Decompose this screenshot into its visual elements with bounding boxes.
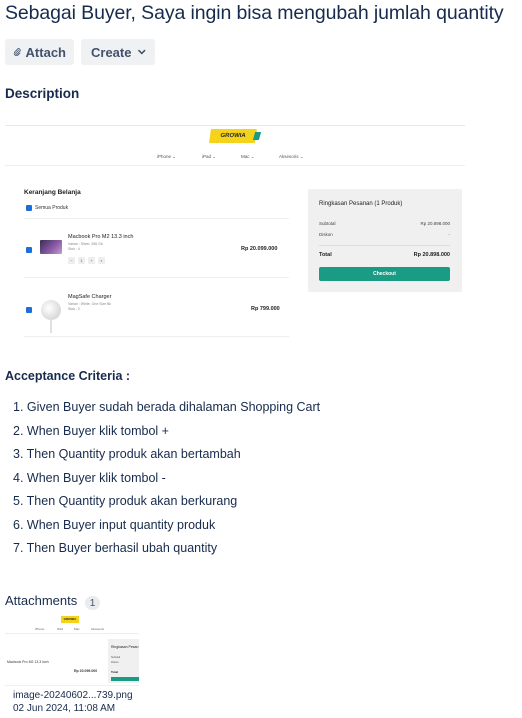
cart-title: Keranjang Belanja: [24, 189, 81, 196]
attach-button[interactable]: Attach: [5, 39, 74, 65]
summary-title: Ringkasan Pesanan (1 Produk): [319, 201, 403, 207]
list-number: 4.: [13, 470, 27, 485]
list-item: 2. When Buyer klik tombol +: [13, 420, 320, 444]
description-image[interactable]: GROWIA iPhone ⌄ iPad ⌄ Mac ⌄ Aksesoris ⌄…: [5, 125, 465, 357]
minus-icon: −: [68, 257, 75, 264]
thumb-summary-title: Ringkasan Pesan: [111, 645, 139, 649]
total-value: Rp 20.898.000: [413, 252, 450, 258]
thumb-nav-iphone: iPhone: [35, 627, 45, 631]
attachments-heading: Attachments: [5, 593, 78, 608]
discount-value: -: [448, 232, 451, 237]
list-number: 7.: [13, 541, 27, 555]
checkbox-icon: [26, 205, 32, 211]
product-stock: Stok : 2: [68, 307, 80, 311]
divider: [319, 245, 450, 246]
product-price: Rp 20.099.000: [241, 246, 278, 252]
list-item: 5. Then Quantity produk akan berkurang: [13, 490, 320, 514]
thumb-checkout: [111, 677, 139, 681]
description-heading: Description: [5, 86, 80, 101]
list-number: 1.: [13, 400, 27, 414]
nav-item-iphone: iPhone ⌄: [157, 154, 177, 159]
checkbox-icon: [26, 247, 32, 253]
list-number: 5.: [13, 494, 27, 508]
attachment-info: image-20240602...739.png 02 Jun 2024, 11…: [5, 686, 139, 716]
total-row: Total Rp 20.898.000: [319, 252, 450, 258]
acceptance-heading: Acceptance Criteria :: [5, 369, 131, 383]
discount-label: Diskon: [319, 232, 333, 237]
list-item-text: Given Buyer sudah berada dihalaman Shopp…: [26, 400, 321, 414]
checkout-button: Checkout: [319, 267, 450, 281]
attach-label: Attach: [25, 44, 66, 60]
thumb-nav-ipad: iPad: [57, 627, 64, 631]
product-name: MagSafe Charger: [68, 294, 112, 300]
divider: [5, 165, 465, 166]
list-item-text: Then Quantity produk akan bertambah: [26, 447, 241, 461]
divider: [24, 336, 289, 337]
chevron-down-icon: [138, 49, 146, 55]
list-item-text: Then Quantity produk akan berkurang: [26, 494, 238, 508]
list-item-text: Then Buyer berhasil ubah quantity: [26, 541, 218, 555]
thumb-nav-aksesoris: Aksesoris: [91, 627, 105, 631]
divider: [24, 277, 289, 278]
divider: [24, 218, 289, 219]
list-item-text: When Buyer klik tombol -: [26, 470, 166, 485]
acceptance-list: 1. Given Buyer sudah berada dihalaman Sh…: [13, 396, 320, 561]
nav-item-mac: Mac ⌄: [241, 154, 255, 159]
list-item: 7. Then Buyer berhasil ubah quantity: [13, 537, 320, 561]
attachments-count-badge: 1: [85, 596, 100, 610]
quantity-stepper: − 1 + ▪: [68, 257, 105, 264]
thumb-discount: Diskon: [111, 661, 119, 664]
product-name: Macbook Pro M2 13.3 inch: [68, 234, 134, 240]
thumb-subtotal: Subtotal: [111, 656, 121, 659]
list-item: 4. When Buyer klik tombol -: [13, 467, 320, 491]
checkbox-icon: [26, 307, 32, 313]
discount-row: Diskon -: [319, 232, 450, 237]
product-price: Rp 799.000: [251, 306, 280, 312]
list-item-text: When Buyer klik tombol +: [26, 423, 169, 438]
subtotal-label: Subtotal: [319, 221, 336, 226]
nav-item-ipad: iPad ⌄: [202, 154, 217, 159]
charger-image: [41, 300, 61, 333]
thumb-logo: GROWIA: [61, 616, 79, 623]
total-label: Total: [319, 252, 332, 258]
divider: [5, 125, 465, 126]
trash-icon: ▪: [98, 257, 105, 264]
thumb-total: Total: [111, 670, 118, 674]
attachment-card[interactable]: GROWIA iPhone iPad Mac Aksesoris Macbook…: [5, 612, 139, 716]
list-number: 3.: [13, 447, 27, 461]
list-item-text: When Buyer input quantity produk: [26, 517, 216, 532]
select-all-label: Semua Produk: [35, 205, 69, 211]
attachment-thumbnail[interactable]: GROWIA iPhone iPad Mac Aksesoris Macbook…: [5, 612, 139, 686]
thumb-nav-mac: Mac: [74, 627, 80, 631]
subtotal-row: Subtotal Rp 20.898.000: [319, 221, 450, 226]
create-label: Create: [91, 44, 132, 60]
growia-logo: GROWIA: [209, 129, 257, 143]
list-item: 3. Then Quantity produk akan bertambah: [13, 443, 320, 467]
list-number: 6.: [13, 517, 27, 532]
thumb-summary: Ringkasan Pesan Subtotal Diskon Total: [108, 639, 139, 683]
thumb-product: Macbook Pro M2 13.3 inch: [7, 660, 49, 664]
attachment-date: 02 Jun 2024, 11:08 AM: [13, 703, 116, 714]
list-item: 1. Given Buyer sudah berada dihalaman Sh…: [13, 396, 320, 420]
attachment-filename[interactable]: image-20240602...739.png: [13, 690, 133, 701]
laptop-image: [40, 240, 62, 254]
subtotal-value: Rp 20.898.000: [420, 221, 450, 226]
plus-icon: +: [88, 257, 95, 264]
list-number: 2.: [13, 423, 27, 438]
issue-title[interactable]: Sebagai Buyer, Saya ingin bisa mengubah …: [5, 2, 504, 25]
divider: [5, 633, 139, 634]
list-item: 6. When Buyer input quantity produk: [13, 514, 320, 538]
paperclip-icon: [13, 48, 21, 56]
nav-item-aksesoris: Aksesoris ⌄: [279, 154, 304, 159]
product-stock: Stok : 4: [68, 247, 80, 251]
create-button[interactable]: Create: [81, 39, 155, 65]
quantity-value: 1: [78, 257, 85, 264]
thumb-price: Rp 20.099.000: [74, 669, 98, 673]
order-summary: Ringkasan Pesanan (1 Produk) Subtotal Rp…: [308, 189, 462, 292]
